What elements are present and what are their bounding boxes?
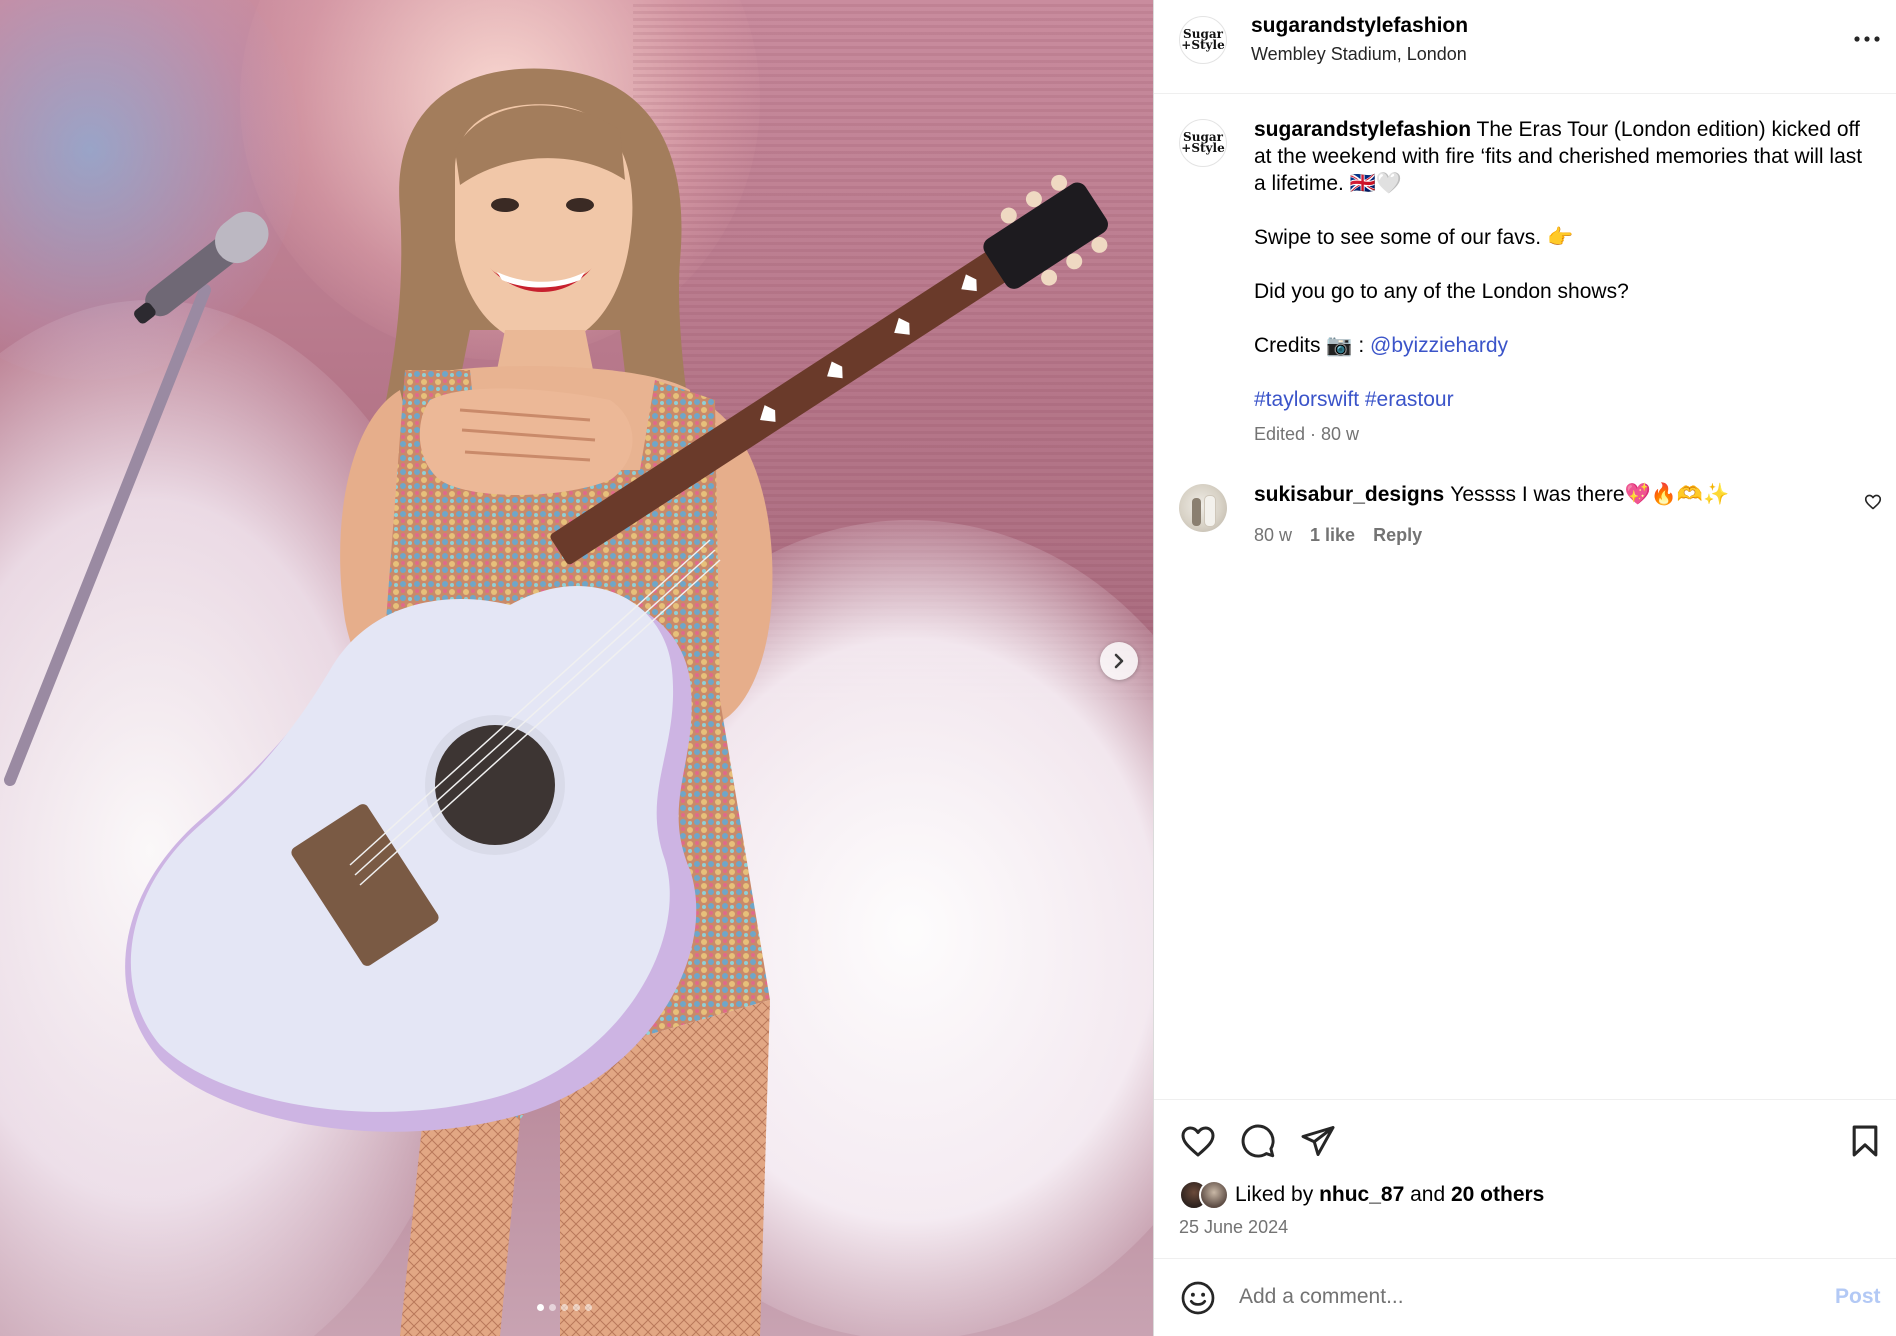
emoji-picker-button[interactable]: [1179, 1279, 1217, 1317]
comment-meta: 80 w 1 like Reply: [1254, 525, 1422, 546]
credits-label: Credits 📷 :: [1254, 334, 1371, 357]
chevron-right-icon: [1114, 653, 1124, 669]
logo-text: +Style: [1181, 38, 1225, 52]
commenter-avatar[interactable]: [1179, 484, 1227, 532]
carousel-dot: [561, 1304, 568, 1311]
liker-username[interactable]: nhuc_87: [1319, 1183, 1404, 1206]
caption-line: Did you go to any of the London shows?: [1254, 280, 1629, 303]
heart-outline-icon: [1181, 1126, 1215, 1156]
account-avatar[interactable]: Sugar +Style: [1179, 16, 1227, 64]
comment-body: sukisabur_designs Yessss I was there💖🔥🫶✨: [1254, 483, 1729, 507]
comment-bubble-icon: [1241, 1124, 1275, 1158]
hashtag-link[interactable]: #taylorswift: [1254, 388, 1359, 411]
likes-middle: and: [1404, 1183, 1451, 1206]
caption-meta: Edited · 80 w: [1254, 424, 1360, 444]
likes-summary[interactable]: Liked by nhuc_87 and 20 others: [1179, 1180, 1544, 1210]
carousel-indicator: [537, 1304, 592, 1311]
share-button[interactable]: [1299, 1122, 1337, 1160]
commenter-username[interactable]: sukisabur_designs: [1254, 483, 1444, 506]
caption-line: Swipe to see some of our favs. 👉: [1254, 226, 1574, 249]
comment-text: Yessss I was there💖🔥🫶✨: [1450, 483, 1730, 506]
carousel-dot: [585, 1304, 592, 1311]
comment-input[interactable]: [1239, 1277, 1789, 1317]
hashtag-link[interactable]: #erastour: [1365, 388, 1454, 411]
next-slide-button[interactable]: [1100, 642, 1138, 680]
comment-item: sukisabur_designs Yessss I was there💖🔥🫶✨ …: [1154, 480, 1896, 560]
bookmark-icon: [1852, 1125, 1878, 1157]
post-location[interactable]: Wembley Stadium, London: [1251, 44, 1467, 65]
carousel-dot: [549, 1304, 556, 1311]
add-comment-bar: Post: [1154, 1258, 1896, 1336]
account-username[interactable]: sugarandstylefashion: [1251, 14, 1468, 38]
heart-outline-icon: [1864, 494, 1882, 510]
smiley-icon: [1181, 1281, 1215, 1315]
comment-reply-button[interactable]: Reply: [1373, 525, 1422, 546]
post-media[interactable]: [0, 0, 1153, 1336]
post-comment-button[interactable]: Post: [1835, 1285, 1881, 1309]
post-side-panel: Sugar +Style sugarandstylefashion Wemble…: [1153, 0, 1896, 1336]
comment-likes-link[interactable]: 1 like: [1310, 525, 1355, 546]
likes-prefix: Liked by: [1235, 1183, 1320, 1206]
more-options-button[interactable]: [1847, 24, 1887, 54]
more-horizontal-icon: [1854, 36, 1880, 42]
caption-text: sugarandstylefashion The Eras Tour (Lond…: [1254, 116, 1864, 413]
comment-button[interactable]: [1239, 1122, 1277, 1160]
carousel-dot: [537, 1304, 544, 1311]
account-avatar[interactable]: Sugar +Style: [1179, 119, 1227, 167]
post-date: 25 June 2024: [1179, 1217, 1289, 1237]
carousel-dot: [573, 1304, 580, 1311]
post-actions-section: Liked by nhuc_87 and 20 others 25 June 2…: [1154, 1099, 1896, 1259]
likes-others-link[interactable]: 20 others: [1451, 1183, 1544, 1206]
caption-username[interactable]: sugarandstylefashion: [1254, 118, 1471, 141]
post-actions: [1179, 1122, 1337, 1160]
post-header: Sugar +Style sugarandstylefashion Wemble…: [1154, 0, 1896, 94]
save-button[interactable]: [1846, 1122, 1884, 1160]
paper-plane-icon: [1301, 1126, 1335, 1156]
performer-photo: [4, 68, 1108, 1336]
liker-avatar: [1199, 1180, 1229, 1210]
logo-text: +Style: [1181, 141, 1225, 155]
comment-time: 80 w: [1254, 525, 1293, 545]
like-button[interactable]: [1179, 1122, 1217, 1160]
like-comment-button[interactable]: [1864, 494, 1882, 515]
credits-mention-link[interactable]: @byizziehardy: [1370, 334, 1508, 357]
